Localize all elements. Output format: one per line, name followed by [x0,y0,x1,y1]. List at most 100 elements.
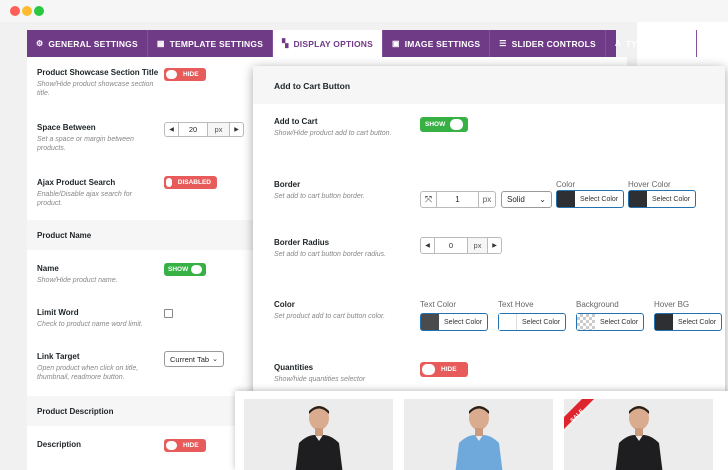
setting-label: Space Between [37,123,96,132]
tab-label: SLIDER CONTROLS [511,38,596,49]
tab-general-settings[interactable]: ⚙ GENERAL SETTINGS [27,30,148,57]
typography-icon: A [614,39,621,48]
setting-ajax-search: Ajax Product Search Enable/Disable ajax … [37,178,157,208]
minimize-window-button[interactable] [22,6,32,16]
product-image [295,406,342,470]
setting-limit-word: Limit Word Check to product name word li… [37,308,167,329]
toggle-knob [450,119,464,130]
border-width-value[interactable]: 1 [437,191,479,208]
text-hover-label: Text Hove [498,300,534,309]
toggle-knob [191,265,203,274]
tab-label: IMAGE SETTINGS [404,38,481,49]
hover-bg-label: Hover BG [654,300,690,309]
border-width-input[interactable]: ⤧ 1 px [420,191,496,208]
decrease-icon[interactable]: ◀ [165,123,178,136]
setting-description: Open product when click on title, thumbn… [37,365,139,381]
tab-typography[interactable]: A TYPOGRAPHY [606,30,698,57]
tab-label: TYPOGRAPHY [625,38,688,49]
tab-image-settings[interactable]: ▣ IMAGE SETTINGS [383,30,491,57]
setting-label: Ajax Product Search [37,178,116,187]
app-window: ⚙ GENERAL SETTINGS ▦ TEMPLATE SETTINGS ▚ DI… [0,0,728,470]
transparent-swatch [577,314,595,330]
decrease-icon[interactable]: ◀ [421,238,434,253]
link-target-select[interactable]: Current Tab ⌄ [164,351,224,367]
name-toggle[interactable]: SHOW [164,263,206,276]
panel-header: Add to Cart Button [253,66,725,104]
setting-quantities: Quantities Show/hide quantities selector [274,363,414,384]
expand-arrows-icon: ⤧ [420,191,437,208]
select-color-label: Select Color [522,318,561,326]
product-preview-strip: SALE [235,391,728,470]
setting-color: Color Set product add to cart button col… [274,300,399,321]
description-toggle[interactable]: HIDE [164,439,206,452]
toggle-text: HIDE [183,442,199,449]
select-color-label: Select Color [444,318,483,326]
hover-bg-color-picker[interactable]: Select Color [654,313,723,331]
unit-label: px [208,123,230,136]
maximize-window-button[interactable] [34,6,44,16]
limit-word-checkbox[interactable] [164,309,173,318]
toggle-knob [422,364,435,375]
setting-border: Border Set add to cart button border. [274,180,399,201]
section-product-name: Product Name [27,220,277,250]
tab-label: GENERAL SETTINGS [48,38,138,49]
setting-link-target: Link Target Open product when click on t… [37,352,159,382]
text-hover-color-picker[interactable]: Select Color [498,313,567,331]
border-hover-color-picker[interactable]: Select Color [628,190,697,208]
tab-display-options[interactable]: ▚ DISPLAY OPTIONS [273,30,383,57]
setting-description: Show/Hide product showcase section title… [37,81,154,97]
setting-name: Name Show/Hide product name. [37,264,157,285]
select-color-label: Select Color [678,318,717,326]
color-swatch [629,191,647,207]
template-icon: ▦ [156,39,165,48]
setting-description: Enable/Disable ajax search for product. [37,191,132,207]
background-color-label: Background [576,300,619,309]
grid-icon: ▚ [282,39,289,48]
showcase-title-toggle[interactable]: HIDE [164,68,206,81]
product-card[interactable] [404,399,553,470]
tab-template-settings[interactable]: ▦ TEMPLATE SETTINGS [148,30,274,57]
unit-label: px [468,238,488,253]
select-value: Current Tab [170,354,210,364]
product-card[interactable]: SALE [564,399,713,470]
product-card[interactable] [244,399,393,470]
background-color-picker[interactable]: Select Color [576,313,645,331]
section-title: Product Name [37,231,92,240]
space-between-stepper[interactable]: ◀ 20 px ▶ [164,122,244,137]
product-image [615,406,662,470]
close-window-button[interactable] [10,6,20,16]
setting-description: Show/Hide product name. [37,277,118,284]
border-style-select[interactable]: Solid ⌄ [501,191,552,208]
toggle-text: DISABLED [177,179,211,186]
space-between-value[interactable]: 20 [178,123,208,136]
tab-slider-controls[interactable]: ☰ SLIDER CONTROLS [490,30,606,57]
toggle-text: SHOW [168,266,189,273]
gear-icon: ⚙ [36,39,44,48]
select-color-label: Select Color [600,318,639,326]
ajax-search-toggle[interactable]: DISABLED [164,176,217,189]
setting-label: Product Showcase Section Title [37,68,159,77]
color-swatch [557,191,575,207]
setting-space-between: Space Between Set a space or margin betw… [37,123,157,153]
increase-icon[interactable]: ▶ [230,123,243,136]
text-color-picker[interactable]: Select Color [420,313,489,331]
add-to-cart-toggle[interactable]: SHOW [420,117,468,132]
toggle-text: HIDE [183,71,199,78]
select-color-label: Select Color [652,195,691,203]
setting-showcase-title: Product Showcase Section Title Show/Hide… [37,68,159,98]
border-color-label: Color [556,180,576,189]
border-hover-color-label: Hover Color [628,180,671,189]
color-swatch [421,314,439,330]
setting-description: Show/hide quantities selector [274,376,366,383]
border-color-picker[interactable]: Select Color [556,190,625,208]
border-radius-stepper[interactable]: ◀ 0 px ▶ [420,237,502,254]
increase-icon[interactable]: ▶ [488,238,501,253]
setting-description: Set add to cart button border. [274,193,365,200]
border-radius-value[interactable]: 0 [434,238,468,253]
setting-label: Border [274,180,301,189]
quantities-toggle[interactable]: HIDE [420,362,468,377]
select-value: Solid [507,195,525,204]
title-bar [0,0,728,22]
product-image [455,406,502,470]
color-swatch [499,314,517,330]
